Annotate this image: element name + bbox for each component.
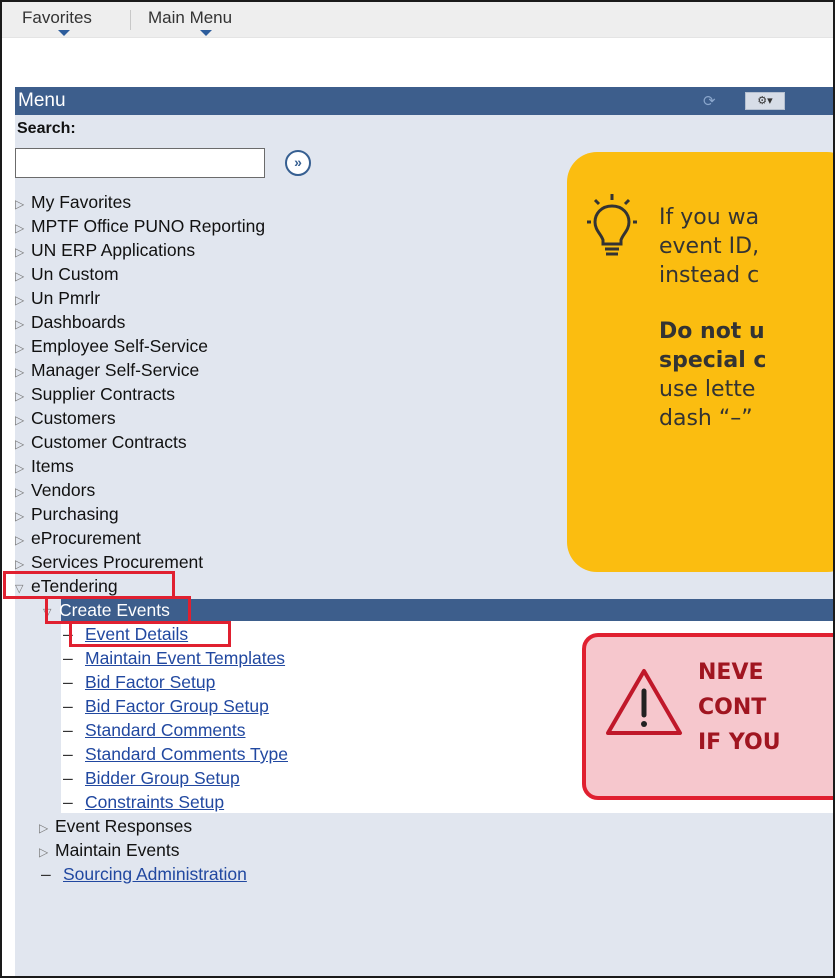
refresh-icon[interactable]: ⟳: [703, 92, 716, 110]
menu-item-un-pmrlr[interactable]: ▷ Un Pmrlr: [15, 287, 100, 309]
menu-item-items[interactable]: ▷ Items: [15, 455, 74, 477]
menu-link-constraints-setup[interactable]: – Constraints Setup: [63, 791, 224, 813]
lightbulb-icon: [587, 194, 637, 256]
menu-item-my-favorites[interactable]: ▷ My Favorites: [15, 191, 131, 213]
expand-triangle-icon: ▷: [15, 317, 25, 331]
warning-line-3: IF YOU: [698, 730, 781, 755]
expand-triangle-icon: ▷: [15, 533, 25, 547]
tip-line-4: Do not u: [659, 319, 765, 344]
highlight-etendering: [3, 571, 175, 599]
tip-line-3: instead c: [659, 263, 760, 288]
menu-item-supplier-contracts[interactable]: ▷ Supplier Contracts: [15, 383, 175, 405]
expand-triangle-icon: ▷: [15, 221, 25, 235]
menu-link-bid-factor-setup[interactable]: – Bid Factor Setup: [63, 671, 215, 693]
expand-triangle-icon: ▷: [15, 341, 25, 355]
menu-item-purchasing[interactable]: ▷ Purchasing: [15, 503, 119, 525]
menu-item-customers[interactable]: ▷ Customers: [15, 407, 116, 429]
menu-link-bid-factor-group-setup[interactable]: – Bid Factor Group Setup: [63, 695, 269, 717]
menu-link-standard-comments[interactable]: – Standard Comments: [63, 719, 246, 741]
tip-line-5: special c: [659, 348, 767, 373]
search-go-button[interactable]: »: [285, 150, 311, 176]
gear-icon[interactable]: ⚙▾: [745, 92, 785, 110]
menu-item-un-custom[interactable]: ▷ Un Custom: [15, 263, 119, 285]
menu-header: Menu ⟳ ⚙▾: [15, 87, 833, 115]
menu-item-customer-contracts[interactable]: ▷ Customer Contracts: [15, 431, 187, 453]
expand-triangle-icon: ▷: [15, 293, 25, 307]
warning-line-2: CONT: [698, 695, 767, 720]
expand-triangle-icon: ▷: [15, 269, 25, 283]
expand-triangle-icon: ▷: [39, 845, 49, 859]
tip-callout: If you wa event ID, instead c Do not u s…: [567, 152, 833, 572]
menu-item-un-erp[interactable]: ▷ UN ERP Applications: [15, 239, 195, 261]
highlight-create-events: [45, 596, 191, 624]
nav-separator: [130, 10, 131, 30]
menu-item-mptf-office[interactable]: ▷ MPTF Office PUNO Reporting: [15, 215, 265, 237]
favorites-caret-icon[interactable]: [58, 30, 70, 36]
search-input[interactable]: [15, 148, 265, 178]
menu-item-manager-self-service[interactable]: ▷ Manager Self-Service: [15, 359, 199, 381]
expand-triangle-icon: ▷: [15, 509, 25, 523]
expand-triangle-icon: ▷: [39, 821, 49, 835]
menu-item-maintain-events[interactable]: ▷ Maintain Events: [39, 839, 180, 861]
menu-link-standard-comments-type[interactable]: – Standard Comments Type: [63, 743, 288, 765]
menu-link-maintain-event-templates[interactable]: – Maintain Event Templates: [63, 647, 285, 669]
favorites-menu[interactable]: Favorites: [22, 8, 92, 28]
tip-line-7: dash “–”: [659, 406, 753, 431]
menu-item-vendors[interactable]: ▷ Vendors: [15, 479, 95, 501]
tip-line-6: use lette: [659, 377, 756, 402]
expand-triangle-icon: ▷: [15, 389, 25, 403]
expand-triangle-icon: ▷: [15, 197, 25, 211]
expand-triangle-icon: ▷: [15, 461, 25, 475]
menu-item-eprocurement[interactable]: ▷ eProcurement: [15, 527, 141, 549]
top-nav: Favorites Main Menu: [2, 2, 833, 38]
main-menu[interactable]: Main Menu: [148, 8, 232, 28]
expand-triangle-icon: ▷: [15, 437, 25, 451]
warning-icon: [606, 669, 682, 735]
expand-triangle-icon: ▷: [15, 413, 25, 427]
main-menu-caret-icon[interactable]: [200, 30, 212, 36]
menu-link-bidder-group-setup[interactable]: – Bidder Group Setup: [63, 767, 240, 789]
menu-item-services-procurement[interactable]: ▷ Services Procurement: [15, 551, 203, 573]
expand-triangle-icon: ▷: [15, 365, 25, 379]
warning-callout: NEVE CONT IF YOU: [582, 633, 833, 800]
search-label: Search:: [17, 120, 76, 137]
menu-item-employee-self-service[interactable]: ▷ Employee Self-Service: [15, 335, 208, 357]
tip-line-1: If you wa: [659, 205, 760, 230]
warning-line-1: NEVE: [698, 660, 764, 685]
highlight-event-details: [69, 621, 231, 647]
menu-item-event-responses[interactable]: ▷ Event Responses: [39, 815, 192, 837]
screenshot-frame: Favorites Main Menu Menu ⟳ ⚙▾ Search: » …: [0, 0, 835, 978]
expand-triangle-icon: ▷: [15, 485, 25, 499]
tip-line-2: event ID,: [659, 234, 760, 259]
menu-link-sourcing-administration[interactable]: – Sourcing Administration: [41, 863, 247, 885]
expand-triangle-icon: ▷: [15, 245, 25, 259]
menu-title: Menu: [18, 90, 66, 111]
menu-item-dashboards[interactable]: ▷ Dashboards: [15, 311, 125, 333]
